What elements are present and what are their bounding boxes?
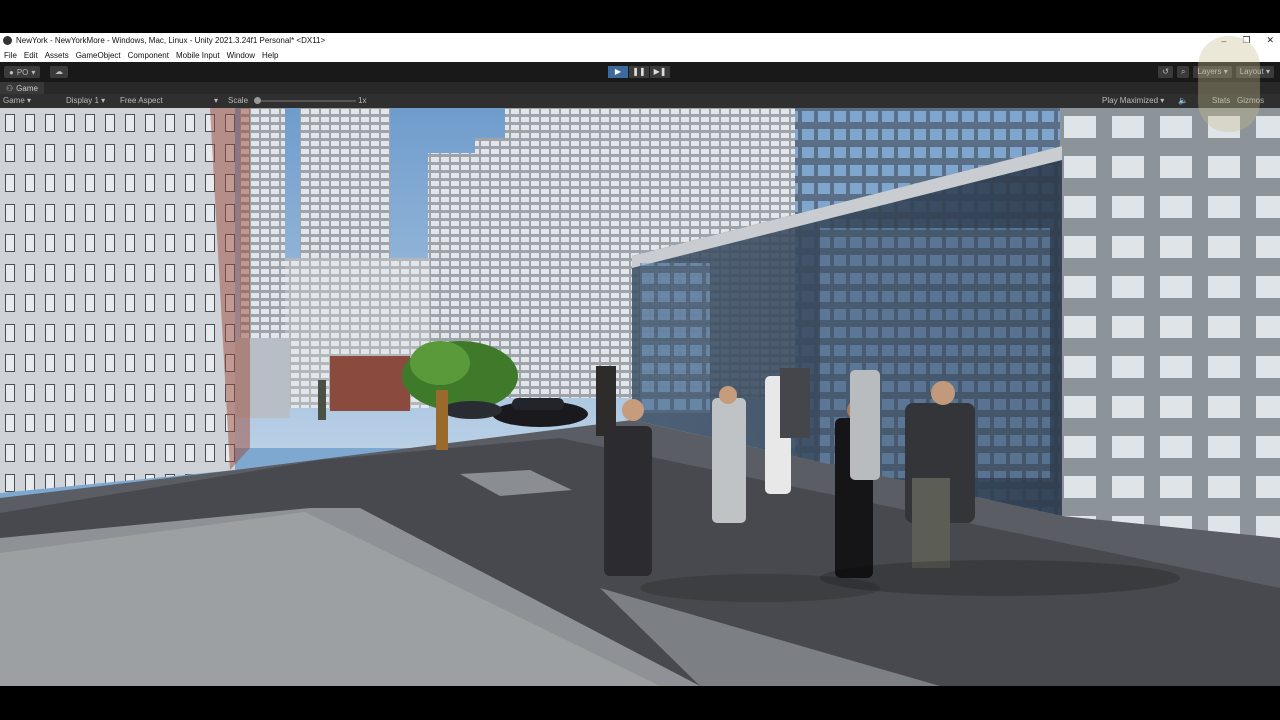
gamepad-icon: ⚇ xyxy=(6,83,14,93)
step-button[interactable]: ▶❚ xyxy=(650,66,670,78)
menu-gameobject[interactable]: GameObject xyxy=(76,51,121,60)
account-icon: ● xyxy=(9,67,14,77)
search-icon[interactable]: ⌕ xyxy=(1176,66,1190,78)
mute-audio-icon[interactable]: 🔈 xyxy=(1178,96,1188,105)
shadow xyxy=(640,574,880,602)
unity-logo-icon xyxy=(3,36,12,45)
car-roof xyxy=(512,398,564,410)
account-label: PO xyxy=(16,67,29,77)
brick-building xyxy=(330,356,410,411)
window-titlebar: NewYork - NewYorkMore - Windows, Mac, Li… xyxy=(0,33,1280,48)
menu-help[interactable]: Help xyxy=(262,51,278,60)
cloud-icon[interactable]: ☁ xyxy=(50,66,68,78)
window-title: NewYork - NewYorkMore - Windows, Mac, Li… xyxy=(16,36,326,45)
history-icon[interactable]: ↺ xyxy=(1158,66,1173,78)
left-building xyxy=(0,108,235,493)
game-scene xyxy=(0,108,1280,686)
game-mode-label: Game xyxy=(3,96,25,105)
scale-label: Scale xyxy=(228,96,249,105)
menu-window[interactable]: Window xyxy=(227,51,255,60)
tower xyxy=(300,108,390,268)
scale-value: 1x xyxy=(358,96,367,105)
menu-file[interactable]: File xyxy=(4,51,17,60)
game-viewport[interactable] xyxy=(0,108,1280,686)
game-mode-dropdown[interactable]: Game ▾ xyxy=(3,96,31,105)
scale-slider[interactable] xyxy=(256,100,356,102)
play-button[interactable]: ▶ xyxy=(608,66,628,78)
aspect-dropdown[interactable]: Free Aspect xyxy=(120,96,163,105)
scale-slider-handle[interactable] xyxy=(254,97,261,104)
car xyxy=(442,401,502,419)
play-maximized-dropdown[interactable]: Play Maximized ▾ xyxy=(1102,96,1164,105)
aspect-label: Free Aspect xyxy=(120,96,163,105)
account-dropdown[interactable]: ● PO ▾ xyxy=(4,66,41,78)
mirror-reflection xyxy=(640,263,710,413)
game-control-bar: Game ▾ Display 1 ▾ Free Aspect ▾ Scale 1… xyxy=(0,94,1280,108)
play-controls: ▶ ❚❚ ▶❚ xyxy=(608,66,670,78)
display-dropdown[interactable]: Display 1 ▾ xyxy=(66,96,105,105)
chevron-down-icon: ▾ xyxy=(31,67,36,77)
letterbox-bottom xyxy=(0,686,1280,720)
tree xyxy=(410,341,470,385)
right-building xyxy=(1060,108,1280,538)
letterbox-top xyxy=(0,0,1280,33)
menu-assets[interactable]: Assets xyxy=(45,51,69,60)
menu-component[interactable]: Component xyxy=(128,51,169,60)
tab-game[interactable]: ⚇ Game xyxy=(0,82,44,94)
pause-button[interactable]: ❚❚ xyxy=(629,66,649,78)
channel-watermark-logo xyxy=(1198,36,1260,132)
aspect-chevron-icon[interactable]: ▾ xyxy=(214,96,218,105)
main-toolbar: ● PO ▾ ☁ ▶ ❚❚ ▶❚ ↺ ⌕ Layers ▾ Layout ▾ xyxy=(0,62,1280,82)
menu-edit[interactable]: Edit xyxy=(24,51,38,60)
tab-game-label: Game xyxy=(16,83,38,93)
display-label: Display 1 xyxy=(66,96,99,105)
menu-bar: File Edit Assets GameObject Component Mo… xyxy=(0,48,1280,62)
play-maximized-label: Play Maximized xyxy=(1102,96,1159,105)
close-icon[interactable]: ✕ xyxy=(1266,35,1274,46)
menu-mobile-input[interactable]: Mobile Input xyxy=(176,51,220,60)
game-tab-bar: ⚇ Game xyxy=(0,82,1280,94)
